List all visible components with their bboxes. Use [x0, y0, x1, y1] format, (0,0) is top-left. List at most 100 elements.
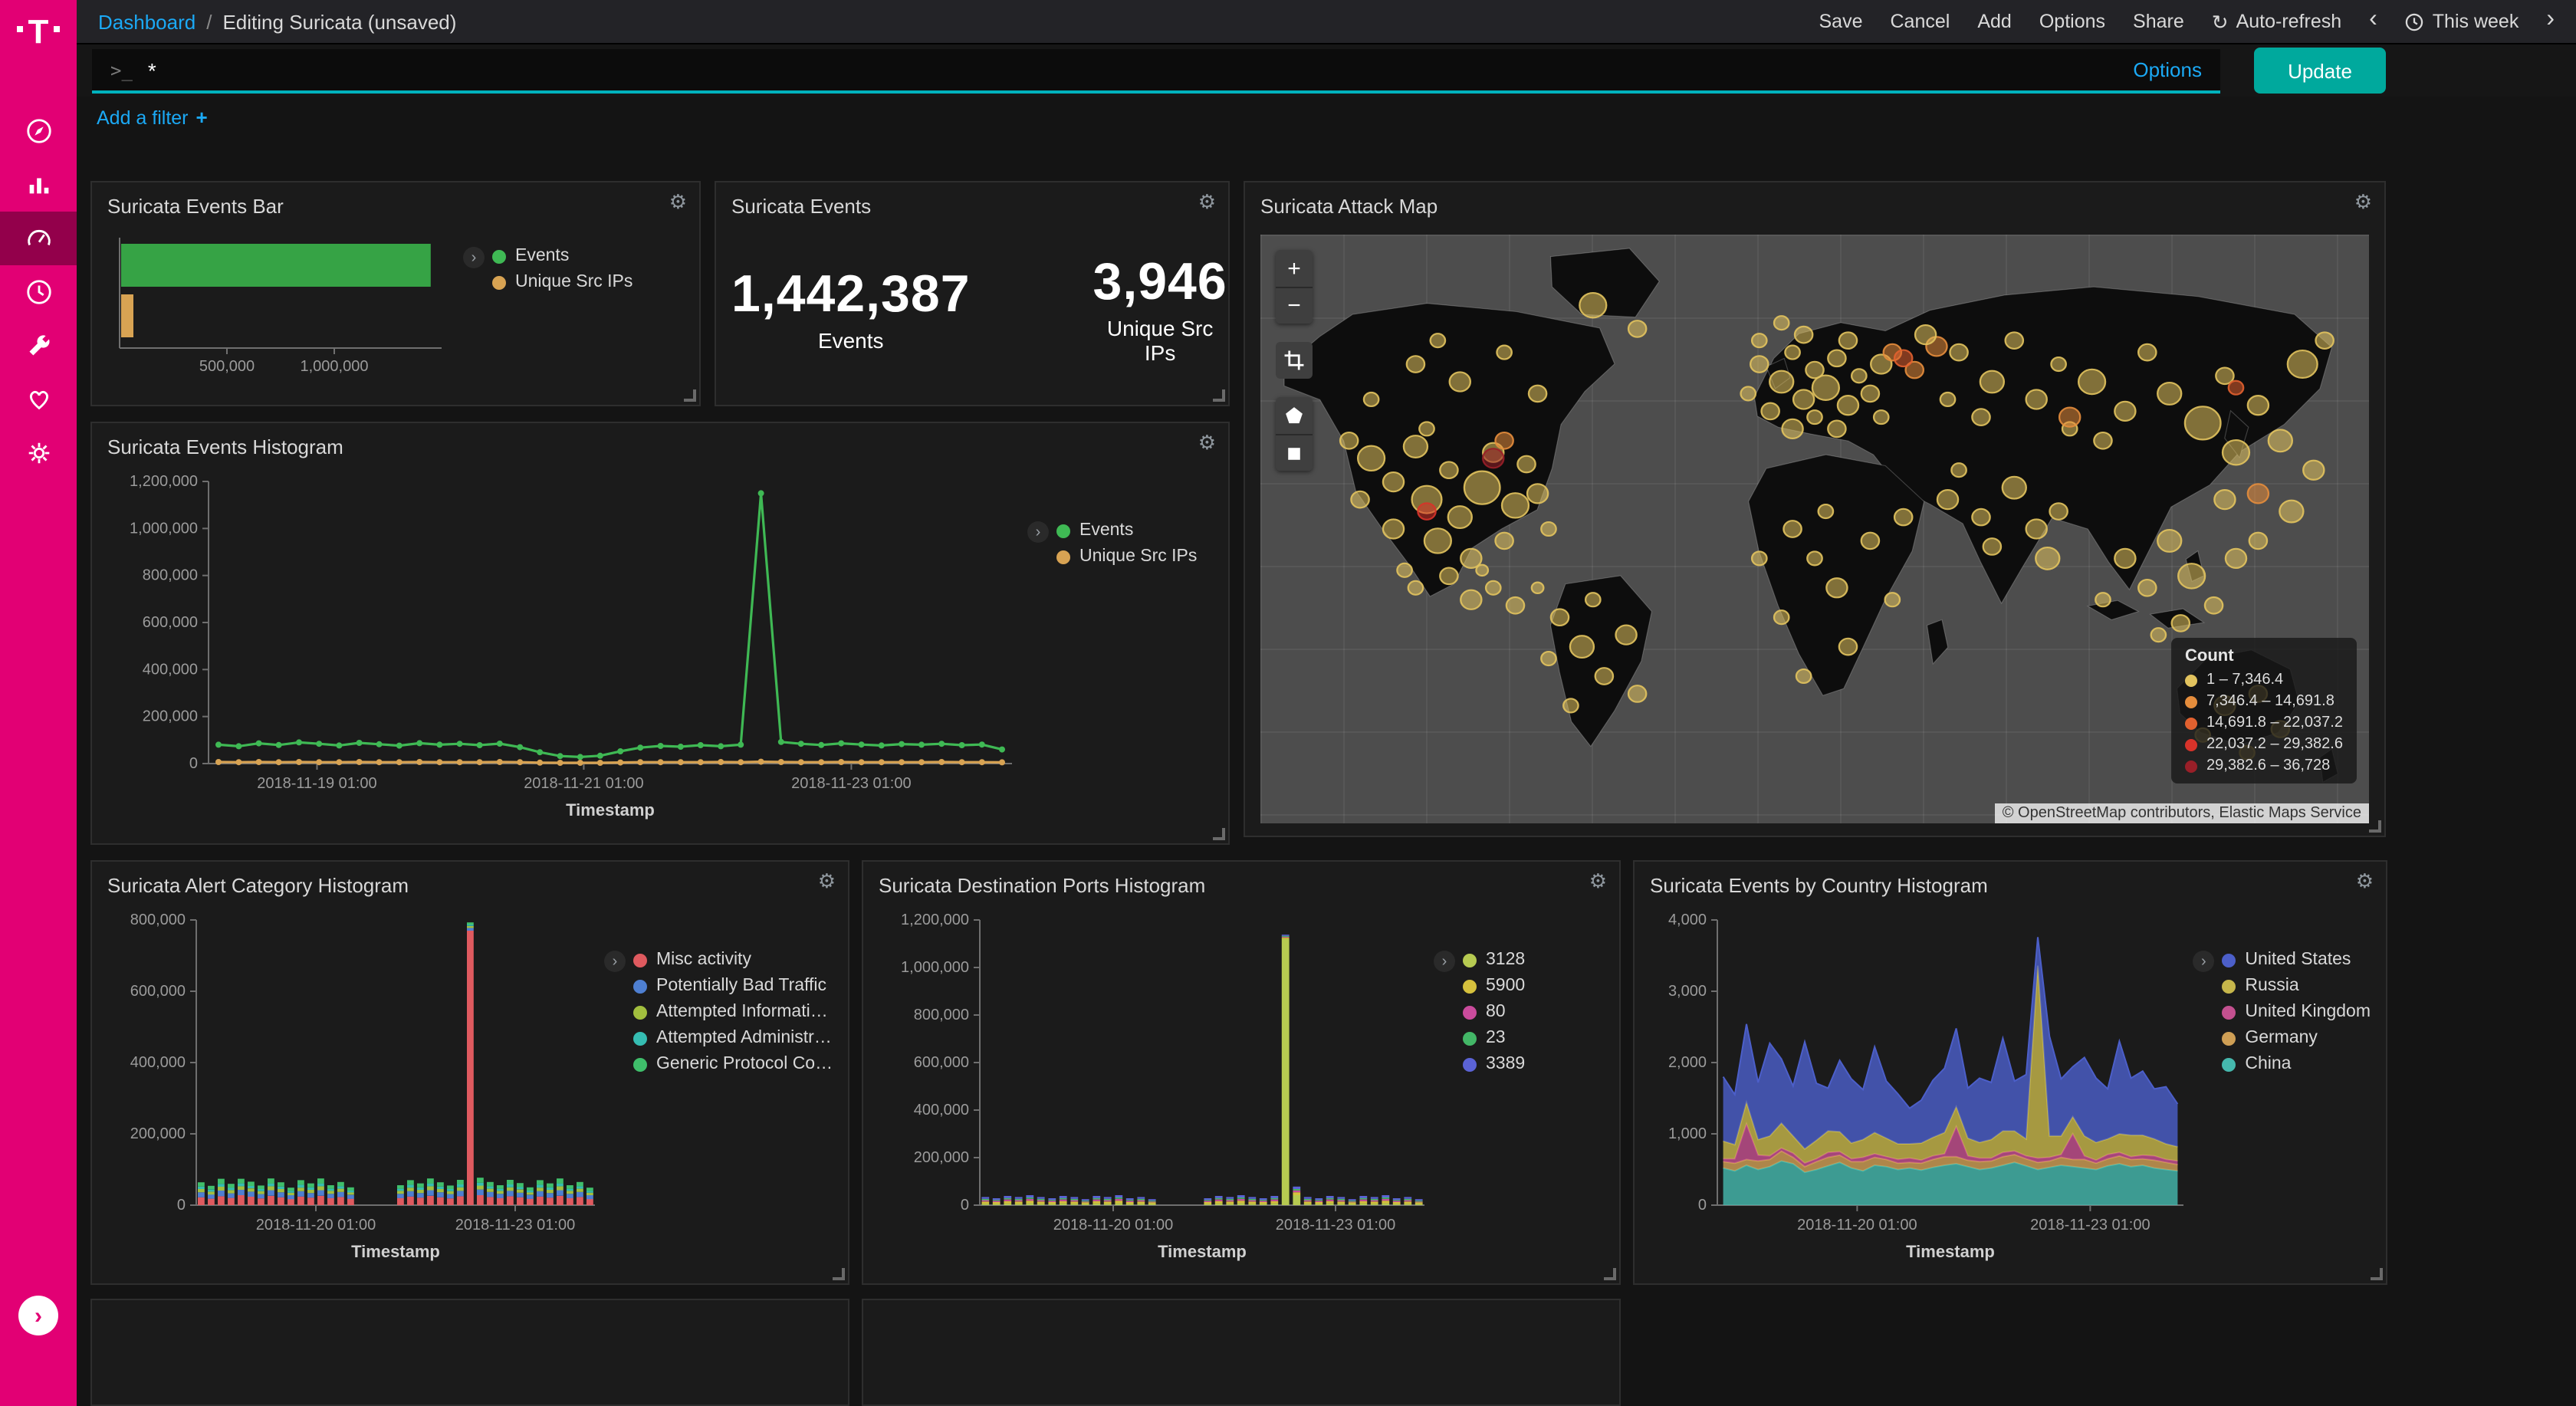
attack-bubble[interactable]: [2248, 484, 2269, 503]
resize-handle-icon[interactable]: [833, 1268, 845, 1280]
attack-bubble[interactable]: [1464, 471, 1500, 504]
attack-bubble[interactable]: [2059, 408, 2080, 427]
time-next-button[interactable]: ›: [2546, 11, 2555, 32]
auto-refresh-button[interactable]: ↻ Auto-refresh: [2212, 11, 2341, 32]
attack-bubble[interactable]: [2316, 332, 2334, 349]
attack-bubble[interactable]: [2026, 519, 2047, 538]
attack-bubble[interactable]: [1628, 685, 1646, 702]
attack-bubble[interactable]: [1497, 346, 1511, 360]
attack-bubble[interactable]: [1774, 316, 1789, 330]
gear-icon[interactable]: ⚙: [1198, 192, 1216, 212]
sidebar-item-timelion[interactable]: [0, 265, 77, 319]
attack-bubble[interactable]: [1579, 293, 1606, 317]
attack-bubble[interactable]: [2172, 615, 2190, 632]
legend-item[interactable]: Unique Src IPs: [1056, 547, 1197, 566]
attack-bubble[interactable]: [1450, 372, 1470, 391]
attack-bubble[interactable]: [1383, 472, 1404, 491]
time-prev-button[interactable]: ‹: [2369, 11, 2377, 32]
attack-bubble[interactable]: [2078, 370, 2105, 394]
update-button[interactable]: Update: [2254, 48, 2386, 94]
attack-bubble[interactable]: [1852, 369, 1866, 383]
attack-bubble[interactable]: [1404, 435, 1428, 458]
attack-bubble[interactable]: [1826, 578, 1847, 597]
attack-bubble[interactable]: [1527, 484, 1548, 503]
attack-bubble[interactable]: [1839, 332, 1857, 349]
attack-bubble[interactable]: [2151, 628, 2166, 642]
attack-bubble[interactable]: [1408, 581, 1423, 595]
attack-bubble[interactable]: [1828, 421, 1845, 438]
attack-bubble[interactable]: [1972, 409, 1990, 425]
attack-bubble[interactable]: [2288, 350, 2318, 378]
attack-bubble[interactable]: [1838, 396, 1858, 415]
attack-bubble[interactable]: [1517, 456, 1535, 473]
gear-icon[interactable]: ⚙: [2356, 871, 2374, 891]
legend-item[interactable]: Germany: [2222, 1029, 2371, 1047]
attack-bubble[interactable]: [2095, 593, 2110, 606]
legend-item[interactable]: Generic Protocol Co…: [633, 1055, 833, 1073]
attack-bubble[interactable]: [1495, 432, 1513, 449]
legend-item[interactable]: 23: [1463, 1029, 1525, 1047]
attack-bubble[interactable]: [1807, 551, 1822, 565]
legend-item[interactable]: Attempted Informati…: [633, 1003, 833, 1021]
legend-toggle-icon[interactable]: ›: [463, 247, 485, 268]
attack-bubble[interactable]: [2138, 580, 2156, 596]
legend-item[interactable]: Events: [1056, 521, 1197, 540]
attack-bubble[interactable]: [1861, 386, 1879, 402]
gear-icon[interactable]: ⚙: [1589, 871, 1607, 891]
legend-item[interactable]: 80: [1463, 1003, 1525, 1021]
attack-bubble[interactable]: [1529, 386, 1546, 402]
legend-toggle-icon[interactable]: ›: [1027, 521, 1049, 543]
attack-bubble[interactable]: [1595, 668, 1613, 685]
attack-bubble[interactable]: [2114, 549, 2135, 568]
attack-bubble[interactable]: [1440, 568, 1457, 585]
attack-bubble[interactable]: [1980, 371, 2004, 393]
legend-item[interactable]: Unique Src IPs: [492, 273, 632, 291]
topnav-options-button[interactable]: Options: [2039, 11, 2105, 32]
attack-bubble[interactable]: [1940, 393, 1955, 406]
topnav-save-button[interactable]: Save: [1819, 11, 1863, 32]
attack-bubble[interactable]: [1983, 538, 2001, 555]
attack-bubble[interactable]: [1750, 356, 1768, 373]
destination-ports-chart[interactable]: 0200,000400,000600,000800,0001,000,0001,…: [879, 905, 1434, 1276]
add-filter-link[interactable]: Add a filter: [97, 107, 189, 128]
sidebar-item-dev-tools[interactable]: [0, 319, 77, 373]
attack-bubble[interactable]: [1551, 609, 1569, 626]
attack-bubble[interactable]: [1752, 333, 1766, 347]
legend-item[interactable]: 3128: [1463, 951, 1525, 969]
attack-bubble[interactable]: [1796, 669, 1811, 683]
attack-bubble[interactable]: [1431, 333, 1445, 347]
sidebar-collapse-button[interactable]: ›: [18, 1296, 58, 1335]
sidebar-item-monitoring[interactable]: [0, 373, 77, 426]
topnav-cancel-button[interactable]: Cancel: [1891, 11, 1950, 32]
map-zoom-in-button[interactable]: +: [1276, 250, 1313, 287]
legend-item[interactable]: United Kingdom: [2222, 1003, 2371, 1021]
query-text[interactable]: *: [148, 57, 2118, 82]
attack-bubble[interactable]: [1951, 463, 1966, 477]
legend-item[interactable]: 5900: [1463, 977, 1525, 995]
attack-bubble[interactable]: [1861, 533, 1879, 550]
attack-bubble[interactable]: [1486, 581, 1500, 595]
legend-item[interactable]: Potentially Bad Traffic: [633, 977, 833, 995]
attack-bubble[interactable]: [1495, 533, 1513, 550]
attack-bubble[interactable]: [1950, 344, 1967, 361]
gear-icon[interactable]: ⚙: [818, 871, 836, 891]
query-options-link[interactable]: Options: [2133, 58, 2202, 81]
attack-bubble[interactable]: [1397, 563, 1411, 577]
topnav-add-button[interactable]: Add: [1977, 11, 2012, 32]
attack-bubble[interactable]: [1448, 506, 1472, 528]
gear-icon[interactable]: ⚙: [2354, 192, 2372, 212]
map-fit-data-button[interactable]: [1276, 342, 1313, 379]
attack-bubble[interactable]: [2006, 332, 2023, 349]
sidebar-item-discover[interactable]: [0, 104, 77, 158]
attack-bubble[interactable]: [2138, 344, 2156, 361]
attack-bubble[interactable]: [2303, 461, 2324, 480]
resize-handle-icon[interactable]: [1213, 389, 1225, 402]
resize-handle-icon[interactable]: [684, 389, 696, 402]
attack-bubble[interactable]: [1828, 350, 1845, 367]
gear-icon[interactable]: ⚙: [669, 192, 687, 212]
attack-bubble[interactable]: [1615, 626, 1636, 645]
gear-icon[interactable]: ⚙: [1198, 432, 1216, 452]
legend-item[interactable]: Attempted Administr…: [633, 1029, 833, 1047]
attack-bubble[interactable]: [1762, 403, 1779, 420]
attack-bubble[interactable]: [1937, 490, 1958, 509]
